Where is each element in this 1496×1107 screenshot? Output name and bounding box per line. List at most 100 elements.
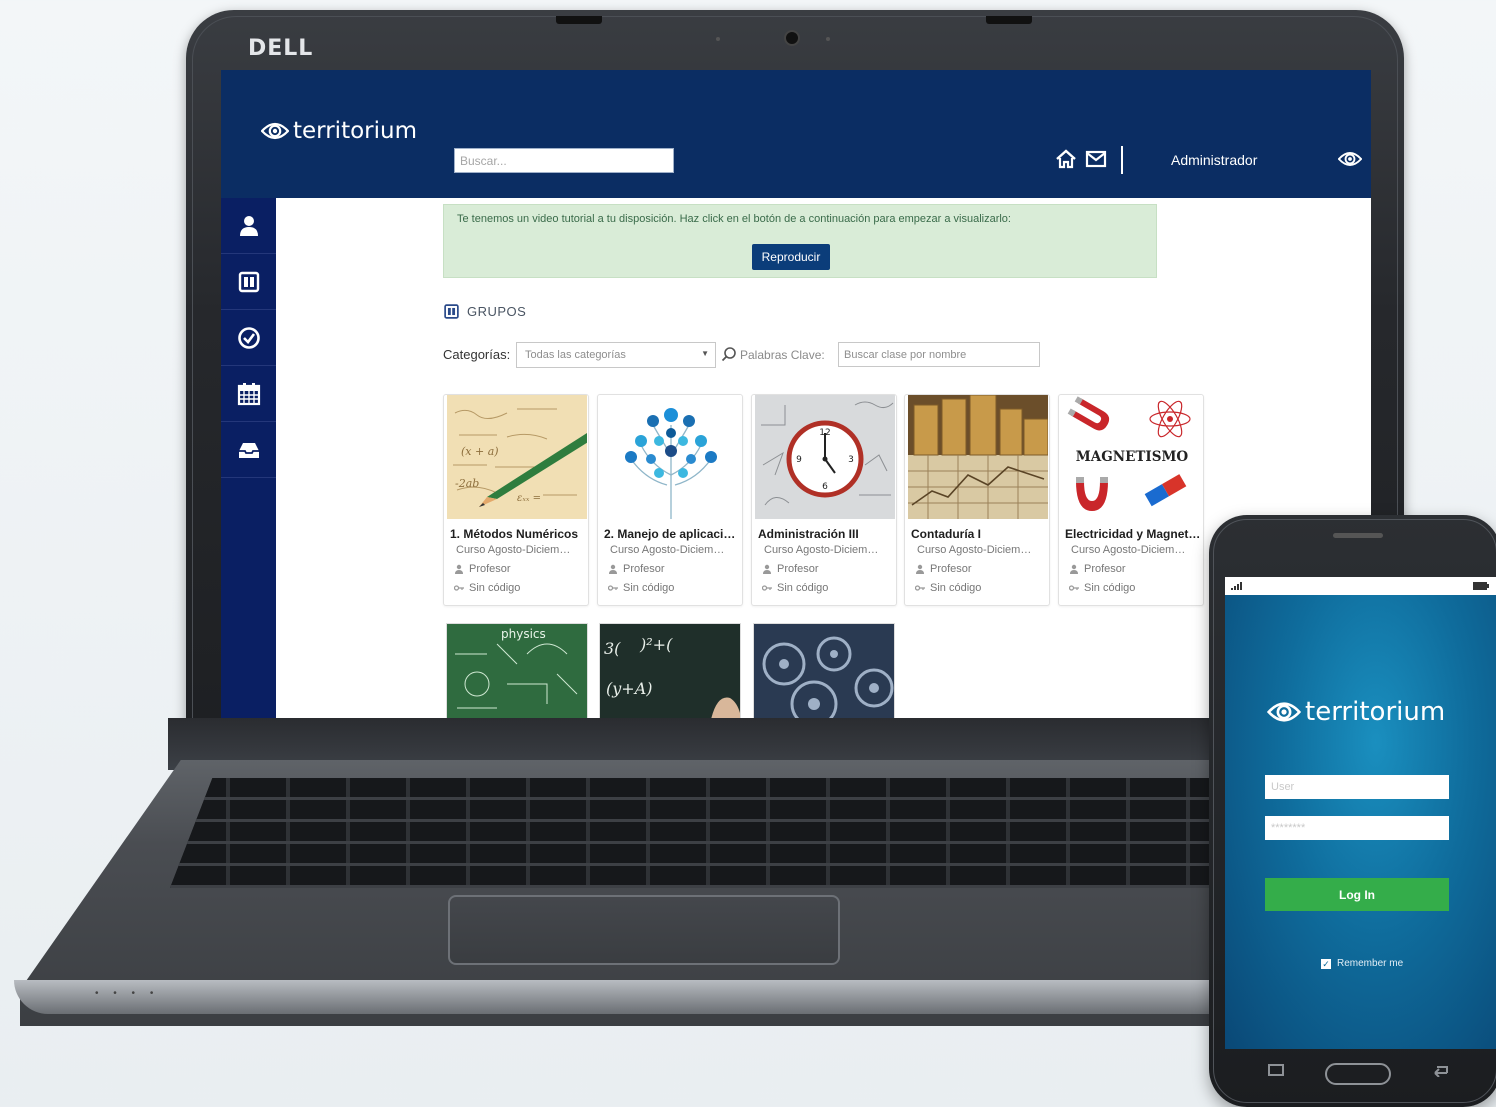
svg-text:(x + a): (x + a) xyxy=(461,445,499,458)
app-header: territorium Administrador xyxy=(221,70,1371,198)
search-input[interactable] xyxy=(454,148,674,173)
thumb-physics-text: physics xyxy=(501,627,546,641)
status-leds: • • • • xyxy=(95,988,160,999)
smartphone: territorium Log In ✓ Remember me xyxy=(1209,515,1496,1107)
course-code: Sin código xyxy=(915,582,981,594)
username-field[interactable] xyxy=(1265,775,1449,799)
categories-select[interactable]: Todas las categorías ▼ xyxy=(516,342,716,368)
course-thumbnail-tech-tree xyxy=(601,395,741,519)
course-role: Profesor xyxy=(762,563,819,575)
course-title[interactable]: Administración III xyxy=(758,527,894,541)
mail-icon[interactable] xyxy=(1085,148,1107,170)
course-title[interactable]: Electricidad y Magnetismo xyxy=(1065,527,1201,541)
course-card[interactable]: (x + a) -2ab εₓₓ = 1. Métodos Numéricos … xyxy=(443,394,589,606)
eye-settings-icon[interactable] xyxy=(1338,149,1362,169)
course-thumbnail-numeric-methods: (x + a) -2ab εₓₓ = xyxy=(447,395,587,519)
sidebar-item-inbox[interactable] xyxy=(221,422,276,478)
sidebar-item-courses[interactable] xyxy=(221,254,276,310)
recent-apps-icon[interactable] xyxy=(1267,1063,1285,1077)
course-period: Curso Agosto-Diciembre xyxy=(764,544,882,556)
login-button[interactable]: Log In xyxy=(1265,878,1449,911)
thumb-magnetism-text: MAGNETISMO xyxy=(1076,449,1189,465)
groups-heading: GRUPOS xyxy=(443,303,526,320)
course-period: Curso Agosto-Diciembre xyxy=(917,544,1035,556)
check-circle-icon xyxy=(237,326,260,349)
keywords-label: Palabras Clave: xyxy=(740,348,825,362)
course-code-text: Sin código xyxy=(469,582,521,594)
course-role-text: Profesor xyxy=(777,563,819,575)
play-tutorial-button[interactable]: Reproducir xyxy=(752,244,830,270)
course-thumbnail-clock: 12369 xyxy=(755,395,895,519)
checkbox-checked-icon: ✓ xyxy=(1321,958,1331,969)
course-role-text: Profesor xyxy=(469,563,511,575)
course-role-text: Profesor xyxy=(930,563,972,575)
groups-title: GRUPOS xyxy=(467,304,527,319)
svg-text:εₓₓ =: εₓₓ = xyxy=(517,493,541,504)
svg-text:9: 9 xyxy=(796,455,802,465)
course-role-text: Profesor xyxy=(1084,563,1126,575)
chevron-down-icon: ▼ xyxy=(701,349,709,358)
home-icon[interactable] xyxy=(1055,148,1077,170)
groups-filters: Categorías: Todas las categorías ▼ Palab… xyxy=(443,342,1043,368)
course-role-text: Profesor xyxy=(623,563,665,575)
user-icon xyxy=(455,564,463,574)
course-title[interactable]: 2. Manejo de aplicaciones xyxy=(604,527,740,541)
course-card[interactable]: 2. Manejo de aplicaciones Curso Agosto-D… xyxy=(597,394,743,606)
course-code: Sin código xyxy=(608,582,674,594)
tutorial-notice: Te tenemos un video tutorial a tu dispos… xyxy=(443,204,1157,278)
key-icon xyxy=(762,585,772,591)
sidebar xyxy=(221,198,276,718)
course-thumbnail-physics[interactable]: physics xyxy=(446,623,588,718)
remember-me-checkbox[interactable]: ✓ Remember me xyxy=(1321,958,1403,969)
course-card[interactable]: Contaduría I Curso Agosto-Diciembre Prof… xyxy=(904,394,1050,606)
laptop-touchpad xyxy=(448,895,840,965)
back-icon[interactable] xyxy=(1431,1063,1449,1077)
course-role: Profesor xyxy=(915,563,972,575)
home-button[interactable] xyxy=(1325,1063,1391,1085)
sidebar-item-profile[interactable] xyxy=(221,198,276,254)
key-icon xyxy=(608,585,618,591)
course-code-text: Sin código xyxy=(930,582,982,594)
svg-text:-2ab: -2ab xyxy=(455,477,479,490)
key-icon xyxy=(915,585,925,591)
course-card[interactable]: MAGNETISMO Electricidad y Magnetismo Cur… xyxy=(1058,394,1204,606)
course-role: Profesor xyxy=(608,563,665,575)
battery-icon xyxy=(1473,582,1489,590)
phone-speaker xyxy=(1333,533,1383,538)
password-field[interactable] xyxy=(1265,816,1449,840)
inbox-icon xyxy=(238,442,259,458)
eye-logo-icon xyxy=(1267,702,1301,722)
app-logo[interactable]: territorium xyxy=(261,118,417,144)
app-logo-text: territorium xyxy=(293,118,417,144)
course-code-text: Sin código xyxy=(1084,582,1136,594)
course-code: Sin código xyxy=(762,582,828,594)
course-role: Profesor xyxy=(454,563,511,575)
course-thumbnail-chalkboard[interactable]: 3()²+((y+A) xyxy=(599,623,741,718)
sidebar-item-tasks[interactable] xyxy=(221,310,276,366)
phone-status-bar xyxy=(1225,577,1496,595)
course-code-text: Sin código xyxy=(777,582,829,594)
course-title[interactable]: 1. Métodos Numéricos xyxy=(450,527,586,541)
user-icon xyxy=(1070,564,1078,574)
user-icon xyxy=(763,564,771,574)
signal-icon xyxy=(1231,582,1242,590)
calendar-icon xyxy=(237,382,260,405)
user-menu[interactable]: Administrador xyxy=(1171,152,1257,168)
course-code-text: Sin código xyxy=(623,582,675,594)
course-title[interactable]: Contaduría I xyxy=(911,527,1047,541)
course-code: Sin código xyxy=(454,582,520,594)
categories-label: Categorías: xyxy=(443,347,511,362)
user-icon xyxy=(609,564,617,574)
course-thumbnail-gears[interactable] xyxy=(753,623,895,718)
svg-text:6: 6 xyxy=(822,482,828,492)
course-card[interactable]: 12369 Administración III Curso Agosto-Di… xyxy=(751,394,897,606)
user-icon xyxy=(239,215,258,236)
laptop-brand-logo: DELL xyxy=(248,36,314,61)
keywords-input[interactable] xyxy=(838,342,1040,367)
sidebar-item-calendar[interactable] xyxy=(221,366,276,422)
notice-text: Te tenemos un video tutorial a tu dispos… xyxy=(457,213,1011,225)
eye-logo-icon xyxy=(261,122,289,140)
course-role: Profesor xyxy=(1069,563,1126,575)
svg-text:)²+(: )²+( xyxy=(639,635,673,654)
course-code: Sin código xyxy=(1069,582,1135,594)
